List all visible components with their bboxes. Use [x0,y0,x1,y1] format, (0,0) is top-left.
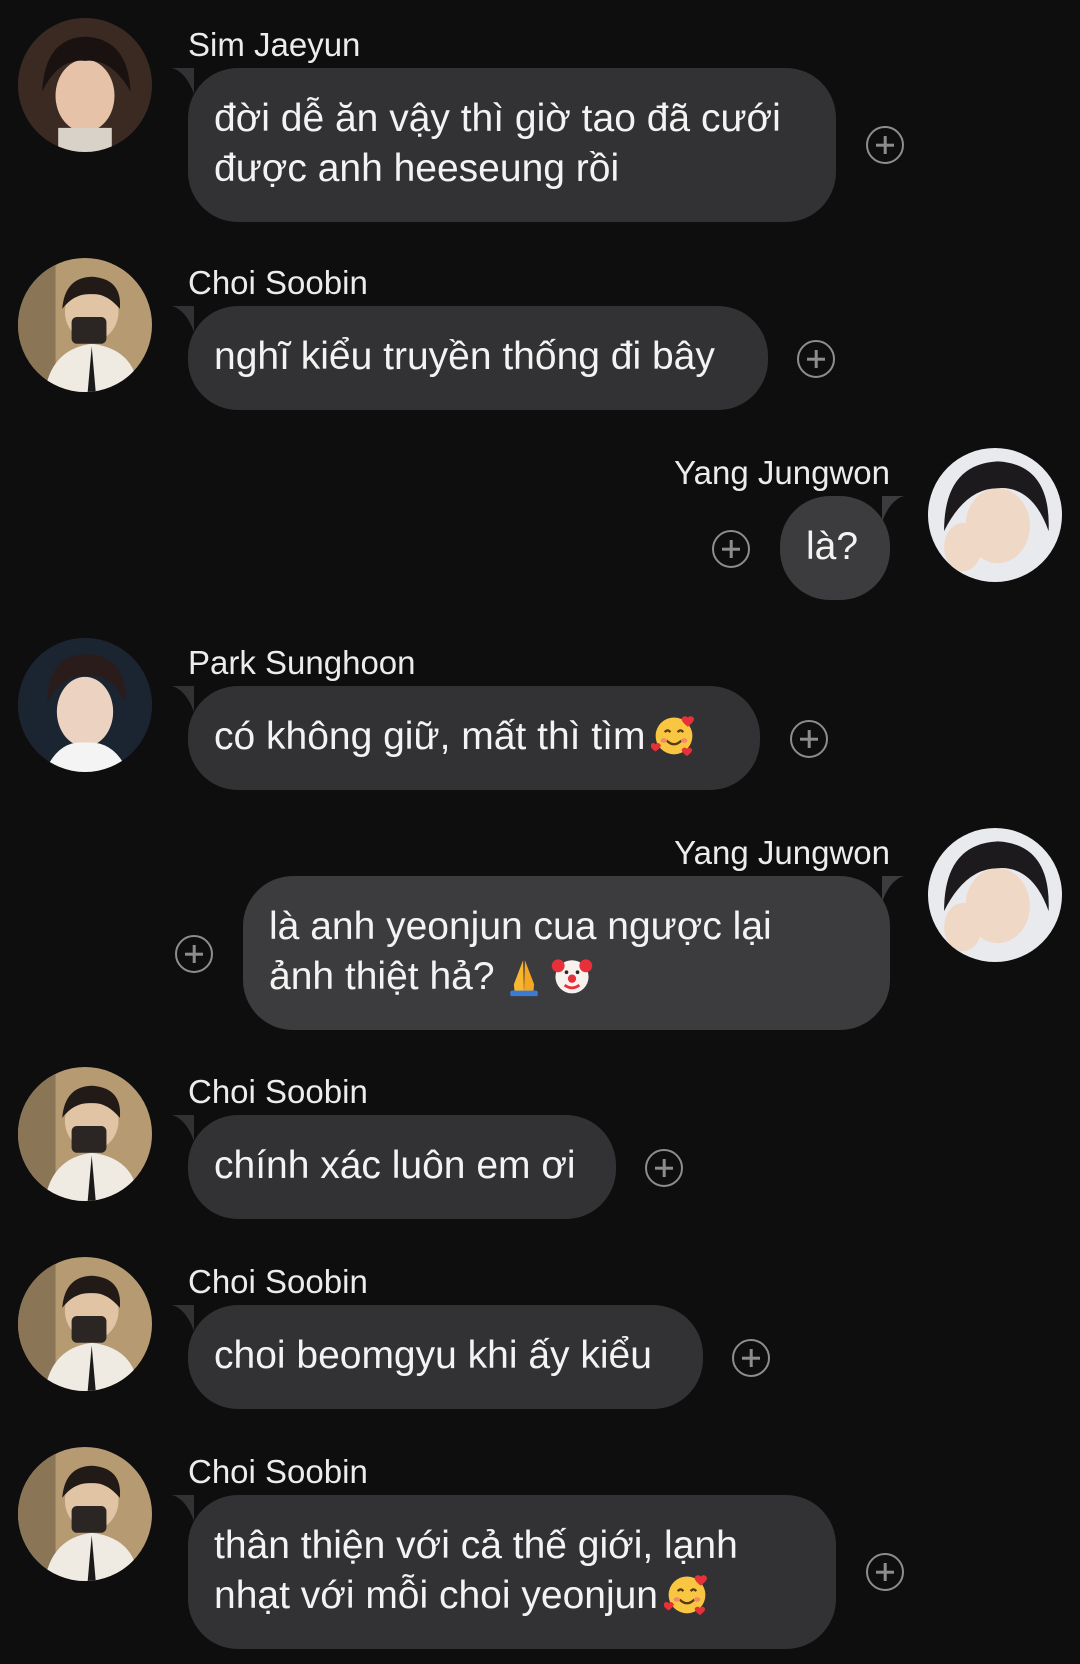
message-text: là anh yeonjun cua ngược lại [269,905,772,948]
sender-name: Choi Soobin [188,1263,368,1300]
smiling-face-with-hearts-icon [664,1571,710,1617]
message-text: có không giữ, mất thì tìm [214,712,734,762]
message-bubble[interactable]: nghĩ kiểu truyền thống đi bây [188,306,768,410]
sender-name: Sim Jaeyun [188,26,361,63]
message-text: chính xác luôn em ơi [214,1144,576,1187]
sender-name: Yang Jungwon [674,454,890,491]
bubble-tail [172,68,194,94]
message-1: Sim Jaeyun đời dễ ăn vậy thì giờ tao đã … [0,0,1080,222]
bubble-tail [882,496,904,522]
sender-name: Choi Soobin [188,264,368,301]
avatar[interactable] [18,18,152,152]
bubble-tail [172,1495,194,1521]
message-text: là? [806,525,859,568]
folded-hands-icon [501,952,547,998]
add-reaction-icon[interactable] [797,340,835,378]
sender-name: Choi Soobin [188,1453,368,1490]
message-text: ảnh thiệt hả? [269,952,864,1002]
message-bubble[interactable]: đời dễ ăn vậy thì giờ tao đã cưới được a… [188,68,836,222]
bubble-tail [882,876,904,902]
bubble-tail [172,1115,194,1141]
avatar[interactable] [928,448,1062,582]
avatar[interactable] [18,258,152,392]
clown-face-icon [549,952,595,998]
message-text: được anh heeseung rồi [214,147,620,190]
add-reaction-icon[interactable] [645,1149,683,1187]
message-text: choi beomgyu khi ấy kiểu [214,1334,652,1377]
message-text: thân thiện với cả thế giới, lạnh [214,1524,738,1567]
avatar[interactable] [18,1257,152,1391]
message-text: nhạt với mỗi choi yeonjun [214,1571,810,1621]
add-reaction-icon[interactable] [866,1553,904,1591]
add-reaction-icon[interactable] [866,126,904,164]
add-reaction-icon[interactable] [175,935,213,973]
message-bubble[interactable]: là anh yeonjun cua ngược lại ảnh thiệt h… [243,876,890,1030]
sender-name: Yang Jungwon [674,834,890,871]
avatar[interactable] [18,1067,152,1201]
message-bubble[interactable]: thân thiện với cả thế giới, lạnh nhạt vớ… [188,1495,836,1649]
smiling-face-with-hearts-icon [651,712,697,758]
avatar[interactable] [18,638,152,772]
avatar[interactable] [928,828,1062,962]
bubble-tail [172,686,194,712]
message-text: nghĩ kiểu truyền thống đi bây [214,335,715,378]
message-bubble[interactable]: có không giữ, mất thì tìm [188,686,760,790]
sender-name: Park Sunghoon [188,644,416,681]
message-bubble[interactable]: chính xác luôn em ơi [188,1115,616,1219]
add-reaction-icon[interactable] [732,1339,770,1377]
message-bubble[interactable]: là? [780,496,890,600]
add-reaction-icon[interactable] [790,720,828,758]
message-bubble[interactable]: choi beomgyu khi ấy kiểu [188,1305,703,1409]
avatar[interactable] [18,1447,152,1581]
message-text: đời dễ ăn vậy thì giờ tao đã cưới [214,97,781,140]
bubble-tail [172,306,194,332]
add-reaction-icon[interactable] [712,530,750,568]
bubble-tail [172,1305,194,1331]
sender-name: Choi Soobin [188,1073,368,1110]
